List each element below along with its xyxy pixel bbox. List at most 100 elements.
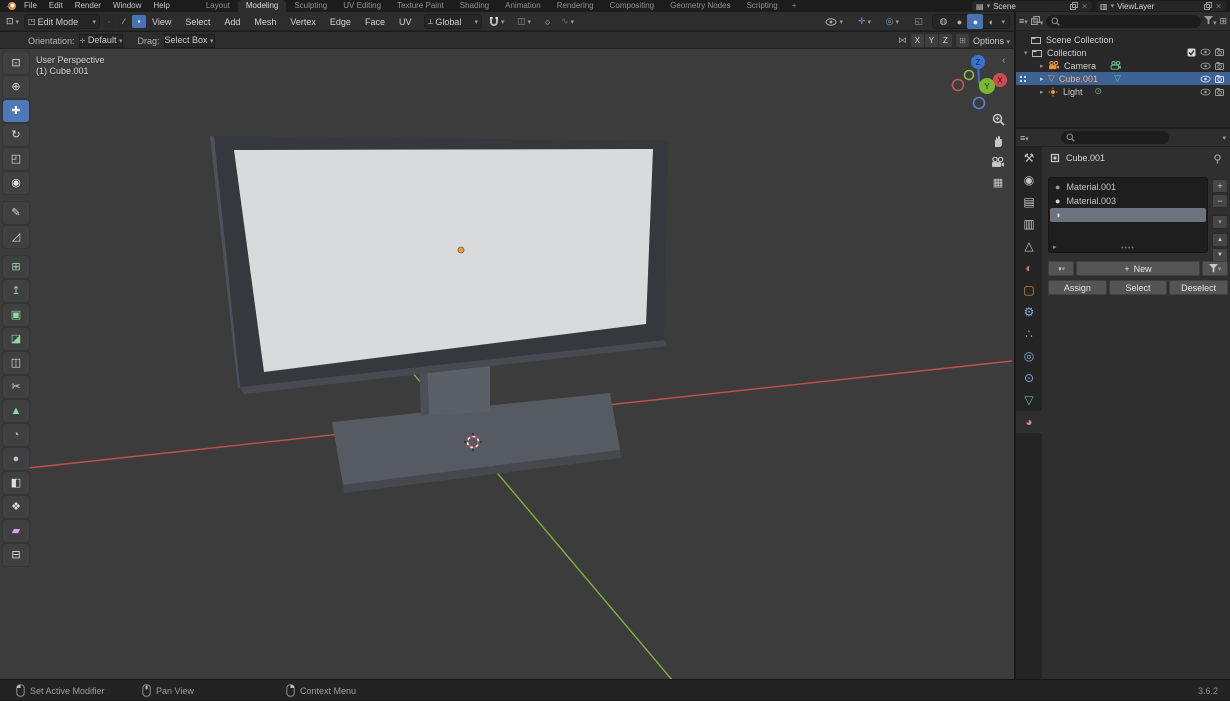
tool-spin[interactable]: ◔ — [3, 424, 29, 446]
new-view-layer-icon[interactable] — [1204, 2, 1213, 10]
hide-eye-toggle[interactable] — [1200, 88, 1211, 96]
tool-shrink-fatten[interactable]: ❖ — [3, 496, 29, 518]
menu-help[interactable]: Help — [147, 0, 175, 12]
viewport-menu-mesh[interactable]: Mesh — [254, 17, 276, 27]
view-object-types-dropdown[interactable]: ▾ — [822, 14, 846, 29]
tool-rip-region[interactable]: ⊟ — [3, 544, 29, 566]
outliner-search-input[interactable] — [1046, 14, 1201, 28]
mirror-x-button[interactable]: X — [910, 34, 924, 47]
properties-options-dropdown[interactable]: ▾ — [1222, 134, 1226, 142]
pin-icon[interactable] — [1213, 154, 1222, 164]
properties-tab-tool[interactable]: ⚒ — [1016, 147, 1042, 169]
tool-poly-build[interactable]: ▲ — [3, 400, 29, 422]
tool-extrude-region[interactable]: ↥ — [3, 280, 29, 302]
tool-knife[interactable]: ✂ — [3, 376, 29, 398]
outliner-editor-type-button[interactable]: ≡▾ — [1019, 16, 1028, 26]
properties-tab-output[interactable]: ▤ — [1016, 191, 1042, 213]
disable-render-toggle[interactable] — [1215, 87, 1224, 96]
tool-add-cube[interactable]: ⊞ — [3, 256, 29, 278]
view-layer-selector[interactable]: ▥ ▾ ViewLayer ✕ — [1096, 1, 1226, 11]
show-overlays-toggle[interactable]: ◎ ▾ — [883, 14, 902, 29]
viewport-menu-edge[interactable]: Edge — [330, 17, 351, 27]
snap-toggle-button[interactable]: ▾ — [486, 14, 508, 29]
add-material-slot-button[interactable]: + — [1212, 179, 1228, 193]
mode-dropdown[interactable]: ◳ Edit Mode ▾ — [24, 14, 100, 29]
exclude-checkbox[interactable] — [1187, 48, 1196, 57]
disable-render-toggle[interactable] — [1215, 61, 1224, 70]
tool-loop-cut[interactable]: ◫ — [3, 352, 29, 374]
workspace-tab-rendering[interactable]: Rendering — [549, 0, 602, 12]
remove-material-slot-button[interactable]: − — [1212, 194, 1228, 208]
expand-arrow-icon[interactable]: ▸ — [1040, 88, 1048, 96]
viewport-menu-uv[interactable]: UV — [399, 17, 412, 27]
vertex-select-button[interactable]: ∙ — [102, 15, 116, 28]
move-slot-down-button[interactable]: ▼ — [1212, 248, 1228, 262]
workspace-tab-texture-paint[interactable]: Texture Paint — [389, 0, 452, 12]
menu-edit[interactable]: Edit — [43, 0, 69, 12]
snap-target-dropdown[interactable]: ◫ ▾ — [514, 14, 534, 29]
properties-tab-modifiers[interactable]: ⚙ — [1016, 301, 1042, 323]
viewport-3d[interactable]: User Perspective (1) Cube.001 ⊡ ⊕ ✚ ↻ ◰ … — [0, 49, 1014, 679]
disable-render-toggle[interactable] — [1215, 74, 1224, 83]
workspace-tab-sculpting[interactable]: Sculpting — [286, 0, 335, 12]
collapse-arrow-icon[interactable]: ▾ — [1024, 49, 1032, 57]
viewport-menu-select[interactable]: Select — [185, 17, 210, 27]
workspace-tab-compositing[interactable]: Compositing — [602, 0, 662, 12]
tool-inset-faces[interactable]: ▣ — [3, 304, 29, 326]
properties-tab-material[interactable]: ◕ — [1016, 411, 1042, 433]
outliner-row-scene-collection[interactable]: Scene Collection — [1016, 33, 1230, 46]
tool-smooth[interactable]: ● — [3, 448, 29, 470]
properties-tab-view-layer[interactable]: ▥ — [1016, 213, 1042, 235]
viewport-menu-add[interactable]: Add — [224, 17, 240, 27]
properties-tab-particles[interactable]: ∴ — [1016, 323, 1042, 345]
tool-bevel[interactable]: ◪ — [3, 328, 29, 350]
properties-tab-scene[interactable]: △ — [1016, 235, 1042, 257]
properties-tab-constraints[interactable]: ⊙ — [1016, 367, 1042, 389]
outliner-filter-button[interactable]: ▾ — [1203, 15, 1216, 27]
workspace-tab-shading[interactable]: Shading — [452, 0, 497, 12]
properties-tab-physics[interactable]: ◎ — [1016, 345, 1042, 367]
outliner-row-cube-001[interactable]: ▸ ▽ Cube.001 ▽ — [1016, 72, 1230, 85]
shading-dropdown[interactable]: ▾ — [999, 18, 1007, 26]
tool-cursor[interactable]: ⊕ — [3, 76, 29, 98]
tool-move[interactable]: ✚ — [3, 100, 29, 122]
menu-window[interactable]: Window — [107, 0, 147, 12]
material-preview-shading-button[interactable]: ● — [967, 14, 984, 29]
outliner-row-light[interactable]: ▸ Light ⊙ — [1016, 85, 1230, 98]
material-filter-dropdown[interactable]: ▾ — [1202, 261, 1228, 276]
pan-tool-button[interactable] — [988, 131, 1008, 151]
list-expand-arrow-icon[interactable]: ▸ — [1053, 243, 1057, 251]
tool-scale[interactable]: ◰ — [3, 148, 29, 170]
properties-tab-render[interactable]: ◉ — [1016, 169, 1042, 191]
options-dropdown[interactable]: Options ▾ — [973, 36, 1010, 46]
snap-base-button[interactable]: ⊞ — [955, 34, 969, 47]
properties-tab-object[interactable]: ▢ — [1016, 279, 1042, 301]
tool-edge-slide[interactable]: ◧ — [3, 472, 29, 494]
rendered-shading-button[interactable]: ◐ — [983, 14, 999, 29]
menu-render[interactable]: Render — [69, 0, 107, 12]
workspace-tab-geometry-nodes[interactable]: Geometry Nodes — [662, 0, 738, 12]
new-material-button[interactable]: + New — [1076, 261, 1200, 276]
zoom-tool-button[interactable] — [988, 109, 1008, 129]
workspace-tab-scripting[interactable]: Scripting — [739, 0, 786, 12]
remove-view-layer-icon[interactable]: ✕ — [1215, 2, 1222, 11]
workspace-tab-uv-editing[interactable]: UV Editing — [335, 0, 389, 12]
material-slot-2[interactable]: ● Material.003 — [1050, 194, 1206, 208]
tool-rotate[interactable]: ↻ — [3, 124, 29, 146]
tool-annotate[interactable]: ✎ — [3, 202, 29, 224]
hide-eye-toggle[interactable] — [1200, 48, 1211, 56]
mirror-z-button[interactable]: Z — [938, 34, 952, 47]
select-button[interactable]: Select — [1108, 280, 1168, 295]
tool-transform[interactable]: ◉ — [3, 172, 29, 194]
camera-view-button[interactable] — [988, 152, 1008, 172]
list-resize-grip[interactable]: •••• — [1121, 245, 1135, 252]
new-collection-button[interactable]: ⊞ — [1219, 16, 1227, 27]
properties-editor-type-button[interactable]: ≡▾ — [1020, 133, 1029, 143]
viewport-menu-view[interactable]: View — [152, 17, 171, 27]
editor-type-button[interactable]: ⊡ ▾ — [3, 14, 22, 29]
xray-toggle[interactable]: ◱ — [911, 14, 926, 29]
hide-eye-toggle[interactable] — [1200, 62, 1211, 70]
assign-button[interactable]: Assign — [1048, 280, 1107, 295]
browse-material-button[interactable]: ◑ ▾ — [1048, 261, 1074, 276]
face-select-button[interactable]: ▪ — [132, 15, 146, 28]
